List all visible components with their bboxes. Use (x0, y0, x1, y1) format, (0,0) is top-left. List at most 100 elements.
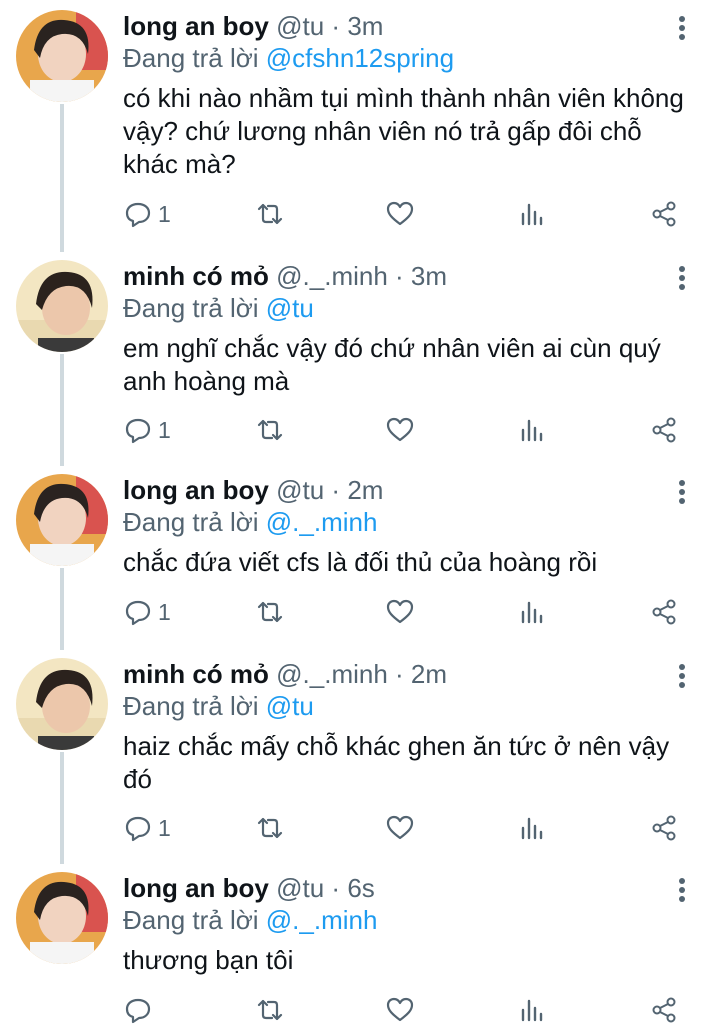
reply-count: 1 (158, 814, 171, 841)
action-bar: 1 (0, 594, 720, 630)
tweet-text: chắc đứa viết cfs là đối thủ của hoàng r… (123, 547, 598, 577)
replying-to-label: Đang trả lời (123, 293, 266, 323)
like-icon (386, 997, 414, 1022)
tweet-text: haiz chắc mấy chỗ khác ghen ăn tức ở nên… (123, 731, 670, 794)
mention-link[interactable]: @._.minh (266, 507, 378, 537)
retweet-icon (257, 203, 283, 225)
replying-to: Đang trả lời @._.minh (123, 904, 377, 936)
reply-icon (125, 418, 151, 444)
stats-button[interactable] (518, 196, 546, 232)
like-button[interactable] (386, 412, 414, 448)
retweet-button[interactable] (256, 594, 284, 630)
tweet[interactable]: minh có mỏ @._.minh · 3m Đang trả lời @t… (0, 250, 720, 466)
stats-icon (521, 419, 543, 442)
separator: · (324, 475, 348, 505)
display-name[interactable]: long an boy (123, 475, 269, 505)
more-icon[interactable] (670, 876, 694, 904)
mention-link[interactable]: @tu (266, 691, 314, 721)
replying-to: Đang trả lời @tu (123, 690, 314, 722)
retweet-button[interactable] (256, 810, 284, 846)
action-bar: 1 (0, 196, 720, 232)
timestamp[interactable]: 3m (411, 261, 447, 291)
share-button[interactable] (650, 412, 678, 448)
reply-icon (125, 202, 151, 228)
tweet-header: long an boy @tu · 6s (123, 872, 375, 904)
reply-button[interactable]: 1 (124, 594, 171, 630)
username[interactable]: @tu (276, 475, 324, 505)
like-button[interactable] (386, 196, 414, 232)
mention-link[interactable]: @tu (266, 293, 314, 323)
share-icon (652, 201, 676, 227)
timestamp[interactable]: 2m (347, 475, 383, 505)
share-button[interactable] (650, 810, 678, 846)
tweet-header: long an boy @tu · 2m (123, 474, 383, 506)
stats-button[interactable] (518, 412, 546, 448)
more-icon[interactable] (670, 662, 694, 690)
share-button[interactable] (650, 992, 678, 1028)
more-icon[interactable] (670, 478, 694, 506)
stats-button[interactable] (518, 992, 546, 1028)
share-button[interactable] (650, 594, 678, 630)
mention-link[interactable]: @._.minh (266, 905, 378, 935)
tweet-header: minh có mỏ @._.minh · 3m (123, 260, 447, 292)
like-icon (386, 201, 414, 226)
like-button[interactable] (386, 992, 414, 1028)
reply-count: 1 (158, 416, 171, 443)
timestamp[interactable]: 6s (347, 873, 374, 903)
like-button[interactable] (386, 594, 414, 630)
replying-to-label: Đang trả lời (123, 43, 266, 73)
like-button[interactable] (386, 810, 414, 846)
reply-icon (125, 600, 151, 626)
retweet-button[interactable] (256, 992, 284, 1028)
reply-button[interactable] (124, 992, 158, 1028)
username[interactable]: @tu (276, 11, 324, 41)
more-icon[interactable] (670, 14, 694, 42)
reply-icon (125, 998, 151, 1024)
avatar[interactable] (16, 474, 108, 566)
share-icon (652, 417, 676, 443)
reply-button[interactable]: 1 (124, 412, 171, 448)
avatar[interactable] (16, 260, 108, 352)
stats-button[interactable] (518, 594, 546, 630)
reply-button[interactable]: 1 (124, 196, 171, 232)
reply-button[interactable]: 1 (124, 810, 171, 846)
tweet[interactable]: long an boy @tu · 6s Đang trả lời @._.mi… (0, 862, 720, 1032)
reply-count: 1 (158, 200, 171, 227)
replying-to: Đang trả lời @._.minh (123, 506, 377, 538)
tweet-text: có khi nào nhầm tụi mình thành nhân viên… (123, 83, 684, 179)
reply-count: 1 (158, 598, 171, 625)
avatar[interactable] (16, 658, 108, 750)
display-name[interactable]: long an boy (123, 873, 269, 903)
separator: · (387, 659, 411, 689)
action-bar: 1 (0, 810, 720, 846)
replying-to-label: Đang trả lời (123, 507, 266, 537)
stats-button[interactable] (518, 810, 546, 846)
username[interactable]: @._.minh (276, 659, 388, 689)
stats-icon (521, 817, 543, 840)
separator: · (387, 261, 411, 291)
display-name[interactable]: minh có mỏ (123, 659, 269, 689)
tweet-text: em nghĩ chắc vậy đó chứ nhân viên ai cùn… (123, 333, 661, 396)
tweet[interactable]: long an boy @tu · 2m Đang trả lời @._.mi… (0, 464, 720, 650)
thread-line (60, 354, 64, 466)
retweet-icon (257, 419, 283, 441)
reply-icon (125, 816, 151, 842)
share-icon (652, 599, 676, 625)
like-icon (386, 599, 414, 624)
retweet-icon (257, 601, 283, 623)
display-name[interactable]: minh có mỏ (123, 261, 269, 291)
share-button[interactable] (650, 196, 678, 232)
tweet[interactable]: long an boy @tu · 3m Đang trả lời @cfshn… (0, 0, 720, 252)
avatar[interactable] (16, 872, 108, 964)
username[interactable]: @tu (276, 873, 324, 903)
tweet[interactable]: minh có mỏ @._.minh · 2m Đang trả lời @t… (0, 648, 720, 864)
mention-link[interactable]: @cfshn12spring (266, 43, 454, 73)
display-name[interactable]: long an boy (123, 11, 269, 41)
retweet-button[interactable] (256, 196, 284, 232)
more-icon[interactable] (670, 264, 694, 292)
avatar[interactable] (16, 10, 108, 102)
timestamp[interactable]: 3m (347, 11, 383, 41)
username[interactable]: @._.minh (276, 261, 388, 291)
timestamp[interactable]: 2m (411, 659, 447, 689)
retweet-button[interactable] (256, 412, 284, 448)
